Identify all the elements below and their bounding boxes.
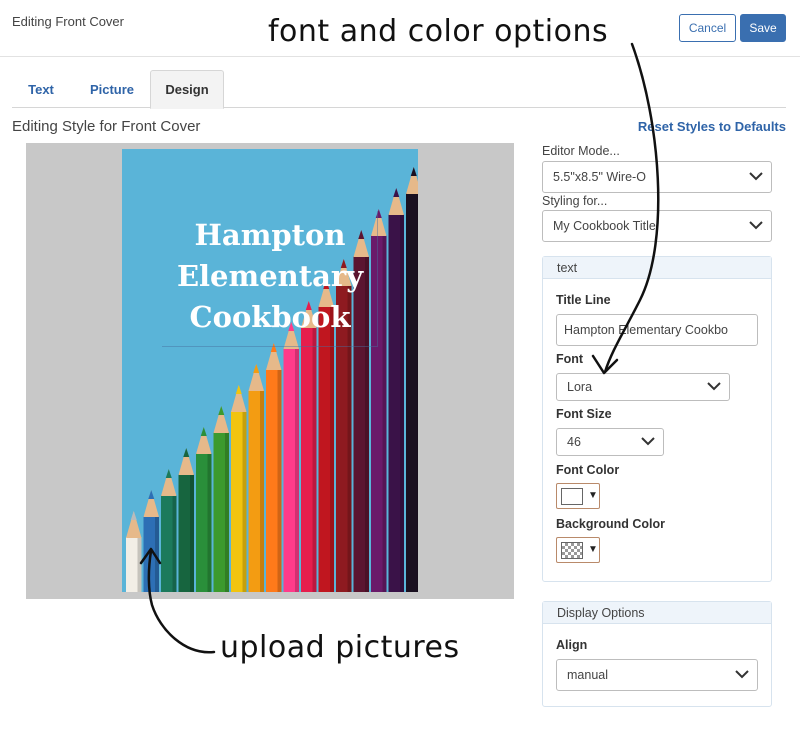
section-title: Editing Style for Front Cover bbox=[12, 118, 201, 135]
transparent-swatch bbox=[561, 542, 583, 559]
tab-design[interactable]: Design bbox=[150, 70, 224, 109]
font-size-label: Font Size bbox=[556, 407, 612, 421]
editor-mode-value: 5.5"x8.5" Wire-O bbox=[553, 170, 646, 184]
save-button[interactable]: Save bbox=[740, 14, 786, 42]
chevron-down-icon bbox=[749, 221, 763, 230]
display-options-panel: Display Options Align manual bbox=[542, 601, 772, 707]
font-color-swatch bbox=[561, 488, 583, 505]
font-label: Font bbox=[556, 352, 584, 366]
styling-for-value: My Cookbook Title bbox=[553, 219, 656, 233]
header-divider bbox=[0, 56, 800, 57]
cancel-button[interactable]: Cancel bbox=[679, 14, 736, 42]
cover-title[interactable]: Hampton Elementary Cookbook bbox=[122, 215, 418, 338]
title-line-input[interactable]: Hampton Elementary Cookbo bbox=[556, 314, 758, 346]
align-select[interactable]: manual bbox=[556, 659, 758, 691]
cover-preview-area: Hampton Elementary Cookbook bbox=[26, 143, 514, 599]
cover-title-line-1: Hampton bbox=[194, 218, 346, 252]
font-color-picker[interactable]: ▼ bbox=[556, 483, 600, 509]
tab-bar: Text Picture Design bbox=[12, 70, 786, 109]
styling-for-select[interactable]: My Cookbook Title bbox=[542, 210, 772, 242]
chevron-down-icon bbox=[641, 437, 655, 446]
text-panel: text Title Line Hampton Elementary Cookb… bbox=[542, 256, 772, 582]
dialog-title: Editing Front Cover bbox=[12, 14, 124, 29]
font-value: Lora bbox=[567, 380, 593, 394]
cover-title-line-3: Cookbook bbox=[189, 300, 351, 334]
annotation-upload-pictures: upload pictures bbox=[220, 630, 460, 665]
caret-down-icon: ▼ bbox=[588, 544, 598, 555]
text-panel-header: text bbox=[543, 257, 771, 279]
tab-picture[interactable]: Picture bbox=[74, 70, 150, 108]
background-color-label: Background Color bbox=[556, 517, 666, 531]
chevron-down-icon bbox=[749, 172, 763, 181]
display-options-header: Display Options bbox=[543, 602, 771, 624]
styling-for-label: Styling for... bbox=[542, 194, 608, 208]
background-color-picker[interactable]: ▼ bbox=[556, 537, 600, 563]
reset-styles-link[interactable]: Reset Styles to Defaults bbox=[638, 119, 786, 134]
caret-down-icon: ▼ bbox=[588, 490, 598, 501]
editor-mode-select[interactable]: 5.5"x8.5" Wire-O bbox=[542, 161, 772, 193]
editor-mode-label: Editor Mode... bbox=[542, 144, 620, 158]
cover-preview[interactable]: Hampton Elementary Cookbook bbox=[122, 149, 418, 592]
chevron-down-icon bbox=[735, 670, 749, 679]
font-select[interactable]: Lora bbox=[556, 373, 730, 401]
font-size-select[interactable]: 46 bbox=[556, 428, 664, 456]
chevron-down-icon bbox=[707, 382, 721, 391]
font-color-label: Font Color bbox=[556, 463, 620, 477]
title-line-label: Title Line bbox=[556, 293, 611, 307]
annotation-font-color-options: font and color options bbox=[268, 14, 609, 49]
cover-title-line-2: Elementary bbox=[176, 259, 364, 293]
font-size-value: 46 bbox=[567, 435, 581, 449]
align-label: Align bbox=[556, 638, 588, 652]
align-value: manual bbox=[567, 668, 608, 682]
tab-text[interactable]: Text bbox=[12, 70, 70, 108]
